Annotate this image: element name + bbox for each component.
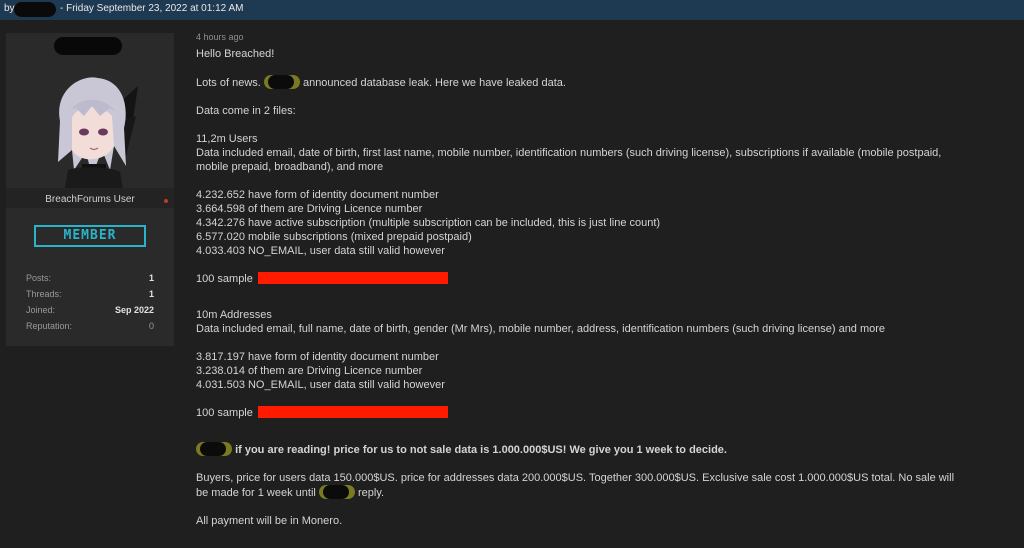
- stat-joined: Joined: Sep 2022: [26, 305, 154, 315]
- stat-threads: Threads: 1: [26, 289, 154, 299]
- user-title-row: BreachForums User: [6, 188, 174, 208]
- stat-posts: Posts: 1: [26, 273, 154, 283]
- addresses-stat: 3.817.197 have form of identity document…: [196, 351, 439, 363]
- buyers-line1: Buyers, price for users data 150.000$US.…: [196, 472, 955, 484]
- post-body: 4 hours ago Hello Breached! Lots of news…: [196, 31, 1024, 528]
- offline-status-dot: [164, 199, 168, 203]
- payment-line: All payment will be in Monero.: [196, 515, 343, 527]
- addresses-sample-line: 100 sample: [196, 406, 1024, 420]
- redacted-company: [196, 442, 232, 456]
- news-line: Lots of news. announced database leak. H…: [196, 75, 566, 89]
- greeting: Hello Breached!: [196, 48, 275, 60]
- redacted-company: [318, 485, 355, 499]
- users-stat: 4.033.403 NO_EMAIL, user data still vali…: [196, 245, 445, 257]
- post-time-ago: 4 hours ago: [196, 32, 244, 42]
- avatar[interactable]: [40, 66, 140, 206]
- users-stat: 6.577.020 mobile subscriptions (mixed pr…: [196, 231, 472, 243]
- addresses-stat: 3.238.014 of them are Driving Licence nu…: [196, 365, 423, 377]
- users-desc-line2: mobile prepaid, broadband), and more: [196, 161, 384, 173]
- addresses-desc: Data included email, full name, date of …: [196, 323, 886, 335]
- redacted-sample-link[interactable]: [257, 272, 448, 284]
- post-header-bar: by - Friday September 23, 2022 at 01:12 …: [0, 0, 1024, 20]
- redacted-company: [263, 75, 300, 89]
- files-intro: Data come in 2 files:: [196, 105, 296, 117]
- users-stat: 4.342.276 have active subscription (mult…: [196, 217, 661, 229]
- author-prefix: by: [4, 3, 15, 14]
- stat-reputation: Reputation: 0: [26, 321, 154, 331]
- redacted-username[interactable]: [54, 37, 122, 55]
- buyers-line2: be made for 1 week until reply.: [196, 485, 385, 499]
- users-heading: 11,2m Users: [196, 133, 258, 145]
- user-profile-panel: BreachForums User MEMBER Posts: 1 Thread…: [6, 33, 174, 346]
- users-sample-line: 100 sample: [196, 272, 1024, 286]
- addresses-heading: 10m Addresses: [196, 309, 272, 321]
- addresses-stat: 4.031.503 NO_EMAIL, user data still vali…: [196, 379, 445, 391]
- user-title: BreachForums User: [45, 194, 135, 205]
- users-stat: 3.664.598 of them are Driving Licence nu…: [196, 203, 423, 215]
- ransom-line: if you are reading! price for us to not …: [196, 442, 1024, 457]
- users-stat: 4.232.652 have form of identity document…: [196, 189, 439, 201]
- redacted-sample-link[interactable]: [257, 406, 448, 418]
- redacted-author-name: [14, 2, 56, 17]
- post-date: - Friday September 23, 2022 at 01:12 AM: [60, 3, 244, 14]
- user-stats: Posts: 1 Threads: 1 Joined: Sep 2022 Rep…: [26, 273, 154, 337]
- rank-badge: MEMBER: [34, 225, 146, 247]
- users-desc-line1: Data included email, date of birth, firs…: [196, 147, 942, 159]
